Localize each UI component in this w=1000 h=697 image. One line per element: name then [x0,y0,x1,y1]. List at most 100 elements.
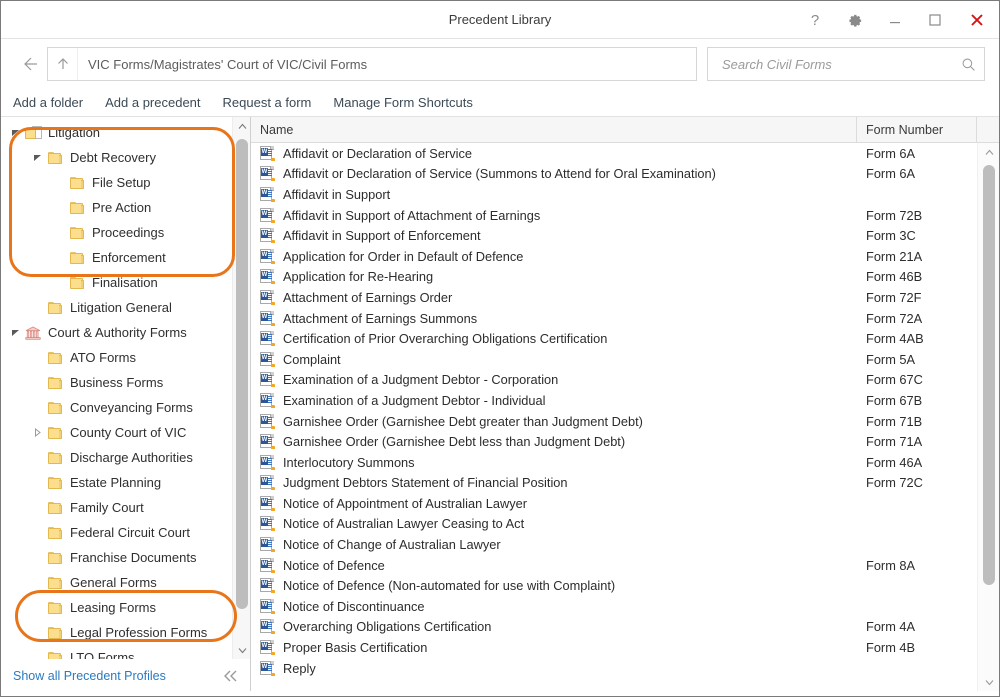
search-icon[interactable] [961,57,976,72]
tree-item[interactable]: Business Forms [1,370,232,395]
tree-expander-icon[interactable] [29,295,45,320]
tree-expander-icon[interactable] [29,645,45,659]
maximize-icon[interactable] [915,1,955,39]
list-scroll-down-icon[interactable] [978,673,999,691]
tree-item[interactable]: General Forms [1,570,232,595]
table-row[interactable]: W Attachment of Earnings Summons Form 72A [251,308,977,329]
tree-item[interactable]: Proceedings [1,220,232,245]
collapse-panel-icon[interactable] [222,669,244,683]
tree-expander-icon[interactable] [29,370,45,395]
tree-item[interactable]: ATO Forms [1,345,232,370]
table-row[interactable]: W Notice of Defence (Non-automated for us… [251,575,977,596]
tree-expander-icon[interactable] [29,445,45,470]
tree-item[interactable]: Enforcement [1,245,232,270]
table-row[interactable]: W Judgment Debtors Statement of Financial… [251,473,977,494]
search-box[interactable] [707,47,985,81]
tree-expander-icon[interactable] [7,320,23,345]
tree-item[interactable]: Federal Circuit Court [1,520,232,545]
tree-expander-icon[interactable] [7,120,23,145]
tree-expander-icon[interactable] [29,395,45,420]
help-icon[interactable]: ? [795,1,835,39]
tree-item[interactable]: Leasing Forms [1,595,232,620]
tree-expander-icon[interactable] [51,270,67,295]
tree-expander-icon[interactable] [51,195,67,220]
list-vertical-scrollbar[interactable] [977,143,999,691]
tree-item[interactable]: Court & Authority Forms [1,320,232,345]
gear-icon[interactable] [835,1,875,39]
show-all-precedent-profiles-link[interactable]: Show all Precedent Profiles [13,669,166,683]
tree-expander-icon[interactable] [29,145,45,170]
tree-item[interactable]: Litigation [1,120,232,145]
table-row[interactable]: W Garnishee Order (Garnishee Debt greater… [251,411,977,432]
tree-scroll-down-icon[interactable] [233,641,250,659]
table-row[interactable]: W Application for Order in Default of Def… [251,246,977,267]
tree-scroll-up-icon[interactable] [233,117,250,135]
tree-expander-icon[interactable] [29,495,45,520]
tree-expander-icon[interactable] [29,420,45,445]
search-input[interactable] [720,55,961,73]
up-arrow-icon[interactable] [48,48,78,80]
table-row[interactable]: W Proper Basis Certification Form 4B [251,637,977,658]
tree-item[interactable]: Franchise Documents [1,545,232,570]
table-row[interactable]: W Complaint Form 5A [251,349,977,370]
table-row[interactable]: W Affidavit in Support [251,184,977,205]
add-a-folder-link[interactable]: Add a folder [13,95,83,110]
table-row[interactable]: W Application for Re-Hearing Form 46B [251,267,977,288]
tree-item[interactable]: Finalisation [1,270,232,295]
table-row[interactable]: W Garnishee Order (Garnishee Debt less th… [251,431,977,452]
table-row[interactable]: W Notice of Australian Lawyer Ceasing to … [251,514,977,535]
tree-item[interactable]: LTO Forms [1,645,232,659]
table-row[interactable]: W Interlocutory Summons Form 46A [251,452,977,473]
table-row[interactable]: W Notice of Discontinuance [251,596,977,617]
minimize-icon[interactable] [875,1,915,39]
tree-item[interactable]: Discharge Authorities [1,445,232,470]
tree-expander-icon[interactable] [51,170,67,195]
table-row[interactable]: W Affidavit in Support of Enforcement Form… [251,225,977,246]
tree-expander-icon[interactable] [29,345,45,370]
tree-item[interactable]: Litigation General [1,295,232,320]
table-row[interactable]: W Affidavit or Declaration of Service Form… [251,143,977,164]
tree-expander-icon[interactable] [29,520,45,545]
table-row[interactable]: W Attachment of Earnings Order Form 72F [251,287,977,308]
tree-expander-icon[interactable] [29,620,45,645]
tree-expander-icon[interactable] [51,245,67,270]
tree-item[interactable]: County Court of VIC [1,420,232,445]
column-header-form-number[interactable]: Form Number [857,116,977,143]
table-row[interactable]: W Overarching Obligations Certification Fo… [251,617,977,638]
table-row[interactable]: W Notice of Defence Form 8A [251,555,977,576]
tree-expander-icon[interactable] [29,545,45,570]
tree-item[interactable]: Debt Recovery [1,145,232,170]
request-a-form-link[interactable]: Request a form [223,95,312,110]
tree-vertical-scrollbar[interactable] [232,117,250,659]
tree-expander-icon[interactable] [29,595,45,620]
tree-expander-icon[interactable] [29,570,45,595]
tree-item[interactable]: Family Court [1,495,232,520]
manage-form-shortcuts-link[interactable]: Manage Form Shortcuts [333,95,472,110]
table-row[interactable]: W Examination of a Judgment Debtor - Corp… [251,370,977,391]
column-header-name[interactable]: Name [251,116,857,143]
tree-item-label: Estate Planning [70,475,162,490]
tree-item[interactable]: Legal Profession Forms [1,620,232,645]
list-scroll-up-icon[interactable] [978,143,999,161]
close-icon[interactable] [955,1,999,39]
table-row[interactable]: W Notice of Appointment of Australian Law… [251,493,977,514]
list-scrollbar-thumb[interactable] [983,165,995,585]
table-row[interactable]: W Notice of Change of Australian Lawyer [251,534,977,555]
add-a-precedent-link[interactable]: Add a precedent [105,95,200,110]
table-row[interactable]: W Examination of a Judgment Debtor - Indi… [251,390,977,411]
tree-item[interactable]: Pre Action [1,195,232,220]
back-arrow-icon[interactable] [15,47,45,81]
tree-item[interactable]: Estate Planning [1,470,232,495]
table-row[interactable]: W Reply [251,658,977,679]
tree-expander-icon[interactable] [29,470,45,495]
row-name: Notice of Appointment of Australian Lawy… [283,495,527,511]
table-row[interactable]: W Affidavit in Support of Attachment of E… [251,205,977,226]
table-row[interactable]: W Certification of Prior Overarching Obli… [251,328,977,349]
table-row[interactable]: W Affidavit or Declaration of Service (Su… [251,164,977,185]
tree-item[interactable]: Conveyancing Forms [1,395,232,420]
tree-item[interactable]: File Setup [1,170,232,195]
tree-scrollbar-thumb[interactable] [236,139,248,609]
row-name: Affidavit or Declaration of Service [283,145,472,161]
path-box[interactable]: VIC Forms/Magistrates' Court of VIC/Civi… [47,47,697,81]
tree-expander-icon[interactable] [51,220,67,245]
